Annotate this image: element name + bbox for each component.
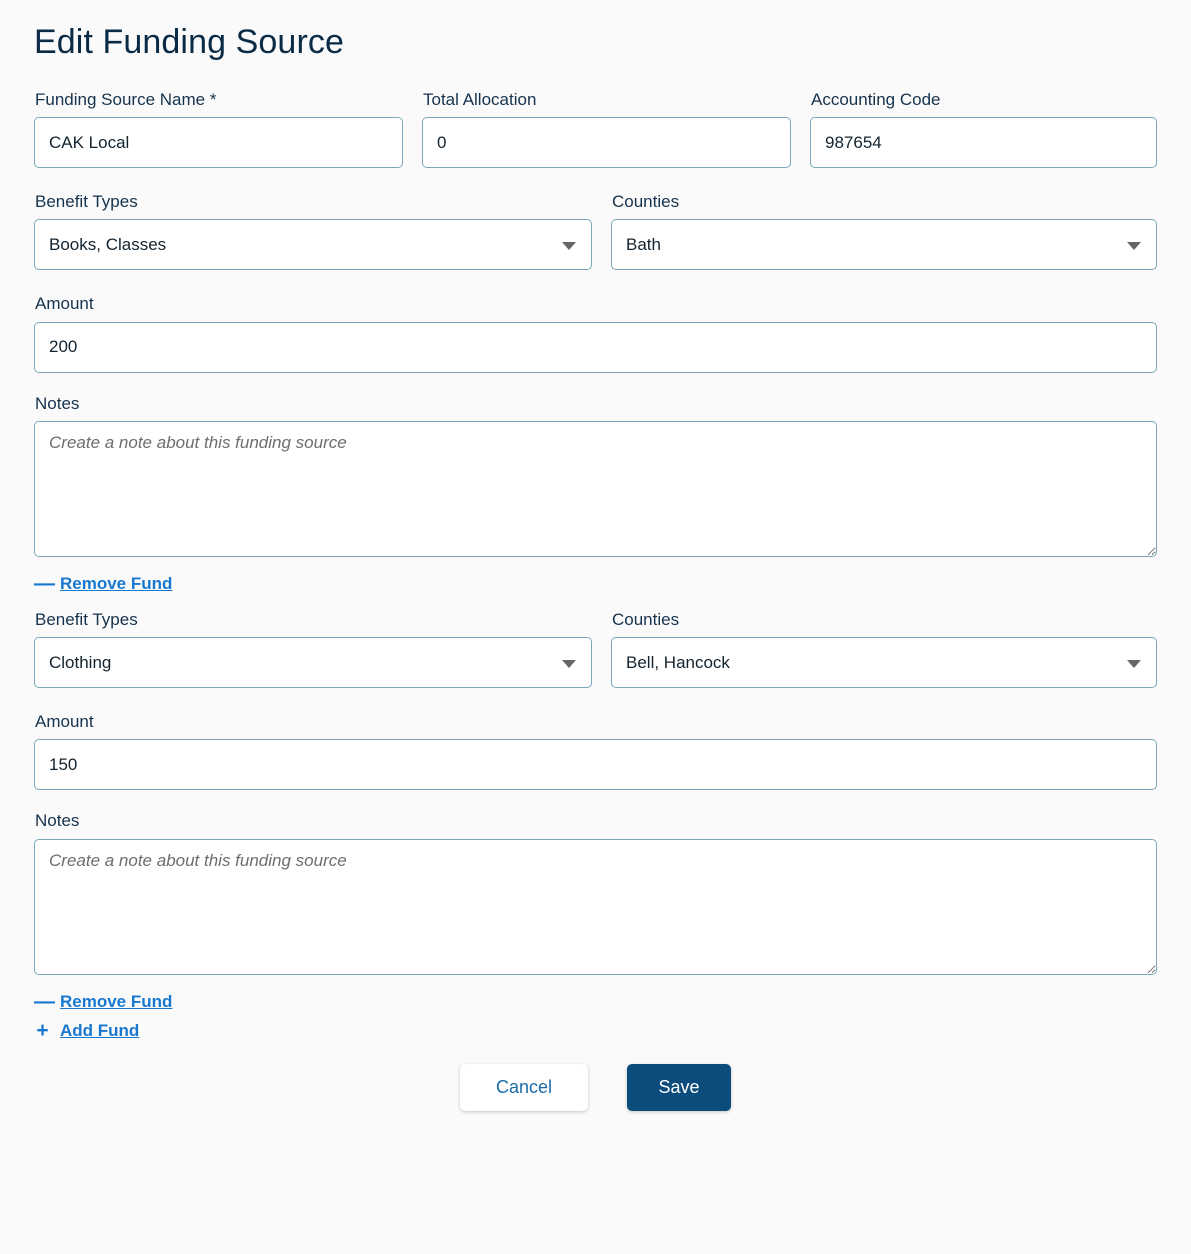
fund-2-notes-group: Notes [22,810,1169,975]
fund-2-benefit-types-select[interactable]: Clothing [34,637,592,689]
fund-1-benefit-types-select-wrap: Books, Classes [34,219,592,271]
fund-1-counties-select[interactable]: Bath [611,219,1157,271]
fund-2-amount-group: Amount [22,711,1169,791]
accounting-code-label: Accounting Code [811,89,941,109]
edit-funding-source-page: Edit Funding Source Funding Source Name … [0,0,1191,1254]
funding-source-name-input[interactable] [34,117,403,169]
fund-1-notes-label: Notes [35,393,80,413]
total-allocation-label: Total Allocation [423,89,537,109]
fund-2-notes-label: Notes [35,811,80,831]
save-button[interactable]: Save [627,1063,731,1111]
plus-icon: + [36,1018,49,1042]
fund-2-remove-fund-link[interactable]: Remove Fund [60,993,172,1010]
fund-1-amount-label: Amount [35,294,94,314]
fund-1-notes-group: Notes [22,393,1169,557]
minus-icon: — [34,989,55,1013]
fund-1-notes-textarea[interactable] [34,420,1157,557]
fund-1-benefit-types-select[interactable]: Books, Classes [34,219,592,271]
fund-1-selects-row: Benefit Types Books, Classes Counties Ba… [22,191,1169,271]
fund-2-counties-label: Counties [612,609,680,629]
cancel-button[interactable]: Cancel [460,1063,588,1111]
fund-2-benefit-types-select-wrap: Clothing [34,637,592,689]
accounting-code-input[interactable] [810,117,1157,169]
fund-1-counties-select-wrap: Bath [611,219,1157,271]
total-allocation-input[interactable] [422,117,791,169]
page-title: Edit Funding Source [34,23,344,61]
form-actions: Cancel Save [22,1063,1169,1111]
fund-1-remove-fund-link[interactable]: Remove Fund [60,575,172,592]
fund-1-amount-group: Amount [22,293,1169,373]
fund-1-counties-label: Counties [612,192,680,212]
fund-2-amount-label: Amount [35,712,94,732]
fund-2-benefit-types-group: Benefit Types Clothing [34,609,592,689]
add-fund-row[interactable]: + Add Fund [22,1020,1169,1041]
fund-1-amount-input[interactable] [34,321,1157,373]
funding-source-name-group: Funding Source Name * [34,89,403,169]
funding-source-name-label: Funding Source Name * [35,89,217,109]
fund-1-benefit-types-group: Benefit Types Books, Classes [34,191,592,271]
fund-1-counties-group: Counties Bath [611,191,1157,271]
fund-2-amount-input[interactable] [34,739,1157,791]
total-allocation-group: Total Allocation [422,89,791,169]
fund-1-benefit-types-label: Benefit Types [35,192,138,212]
fund-2-benefit-types-label: Benefit Types [35,609,138,629]
fund-1-remove-fund-row[interactable]: — Remove Fund [22,573,1169,594]
fund-2-counties-group: Counties Bell, Hancock [611,609,1157,689]
fund-2-remove-fund-row[interactable]: — Remove Fund [22,991,1169,1012]
accounting-code-group: Accounting Code [810,89,1157,169]
fund-2-counties-select-wrap: Bell, Hancock [611,637,1157,689]
fund-2-selects-row: Benefit Types Clothing Counties Bell, Ha… [22,609,1169,689]
fund-2-counties-select[interactable]: Bell, Hancock [611,637,1157,689]
add-fund-link[interactable]: Add Fund [60,1022,139,1039]
header-fields-row: Funding Source Name * Total Allocation A… [22,89,1169,169]
minus-icon: — [34,571,55,595]
fund-2-notes-textarea[interactable] [34,838,1157,975]
